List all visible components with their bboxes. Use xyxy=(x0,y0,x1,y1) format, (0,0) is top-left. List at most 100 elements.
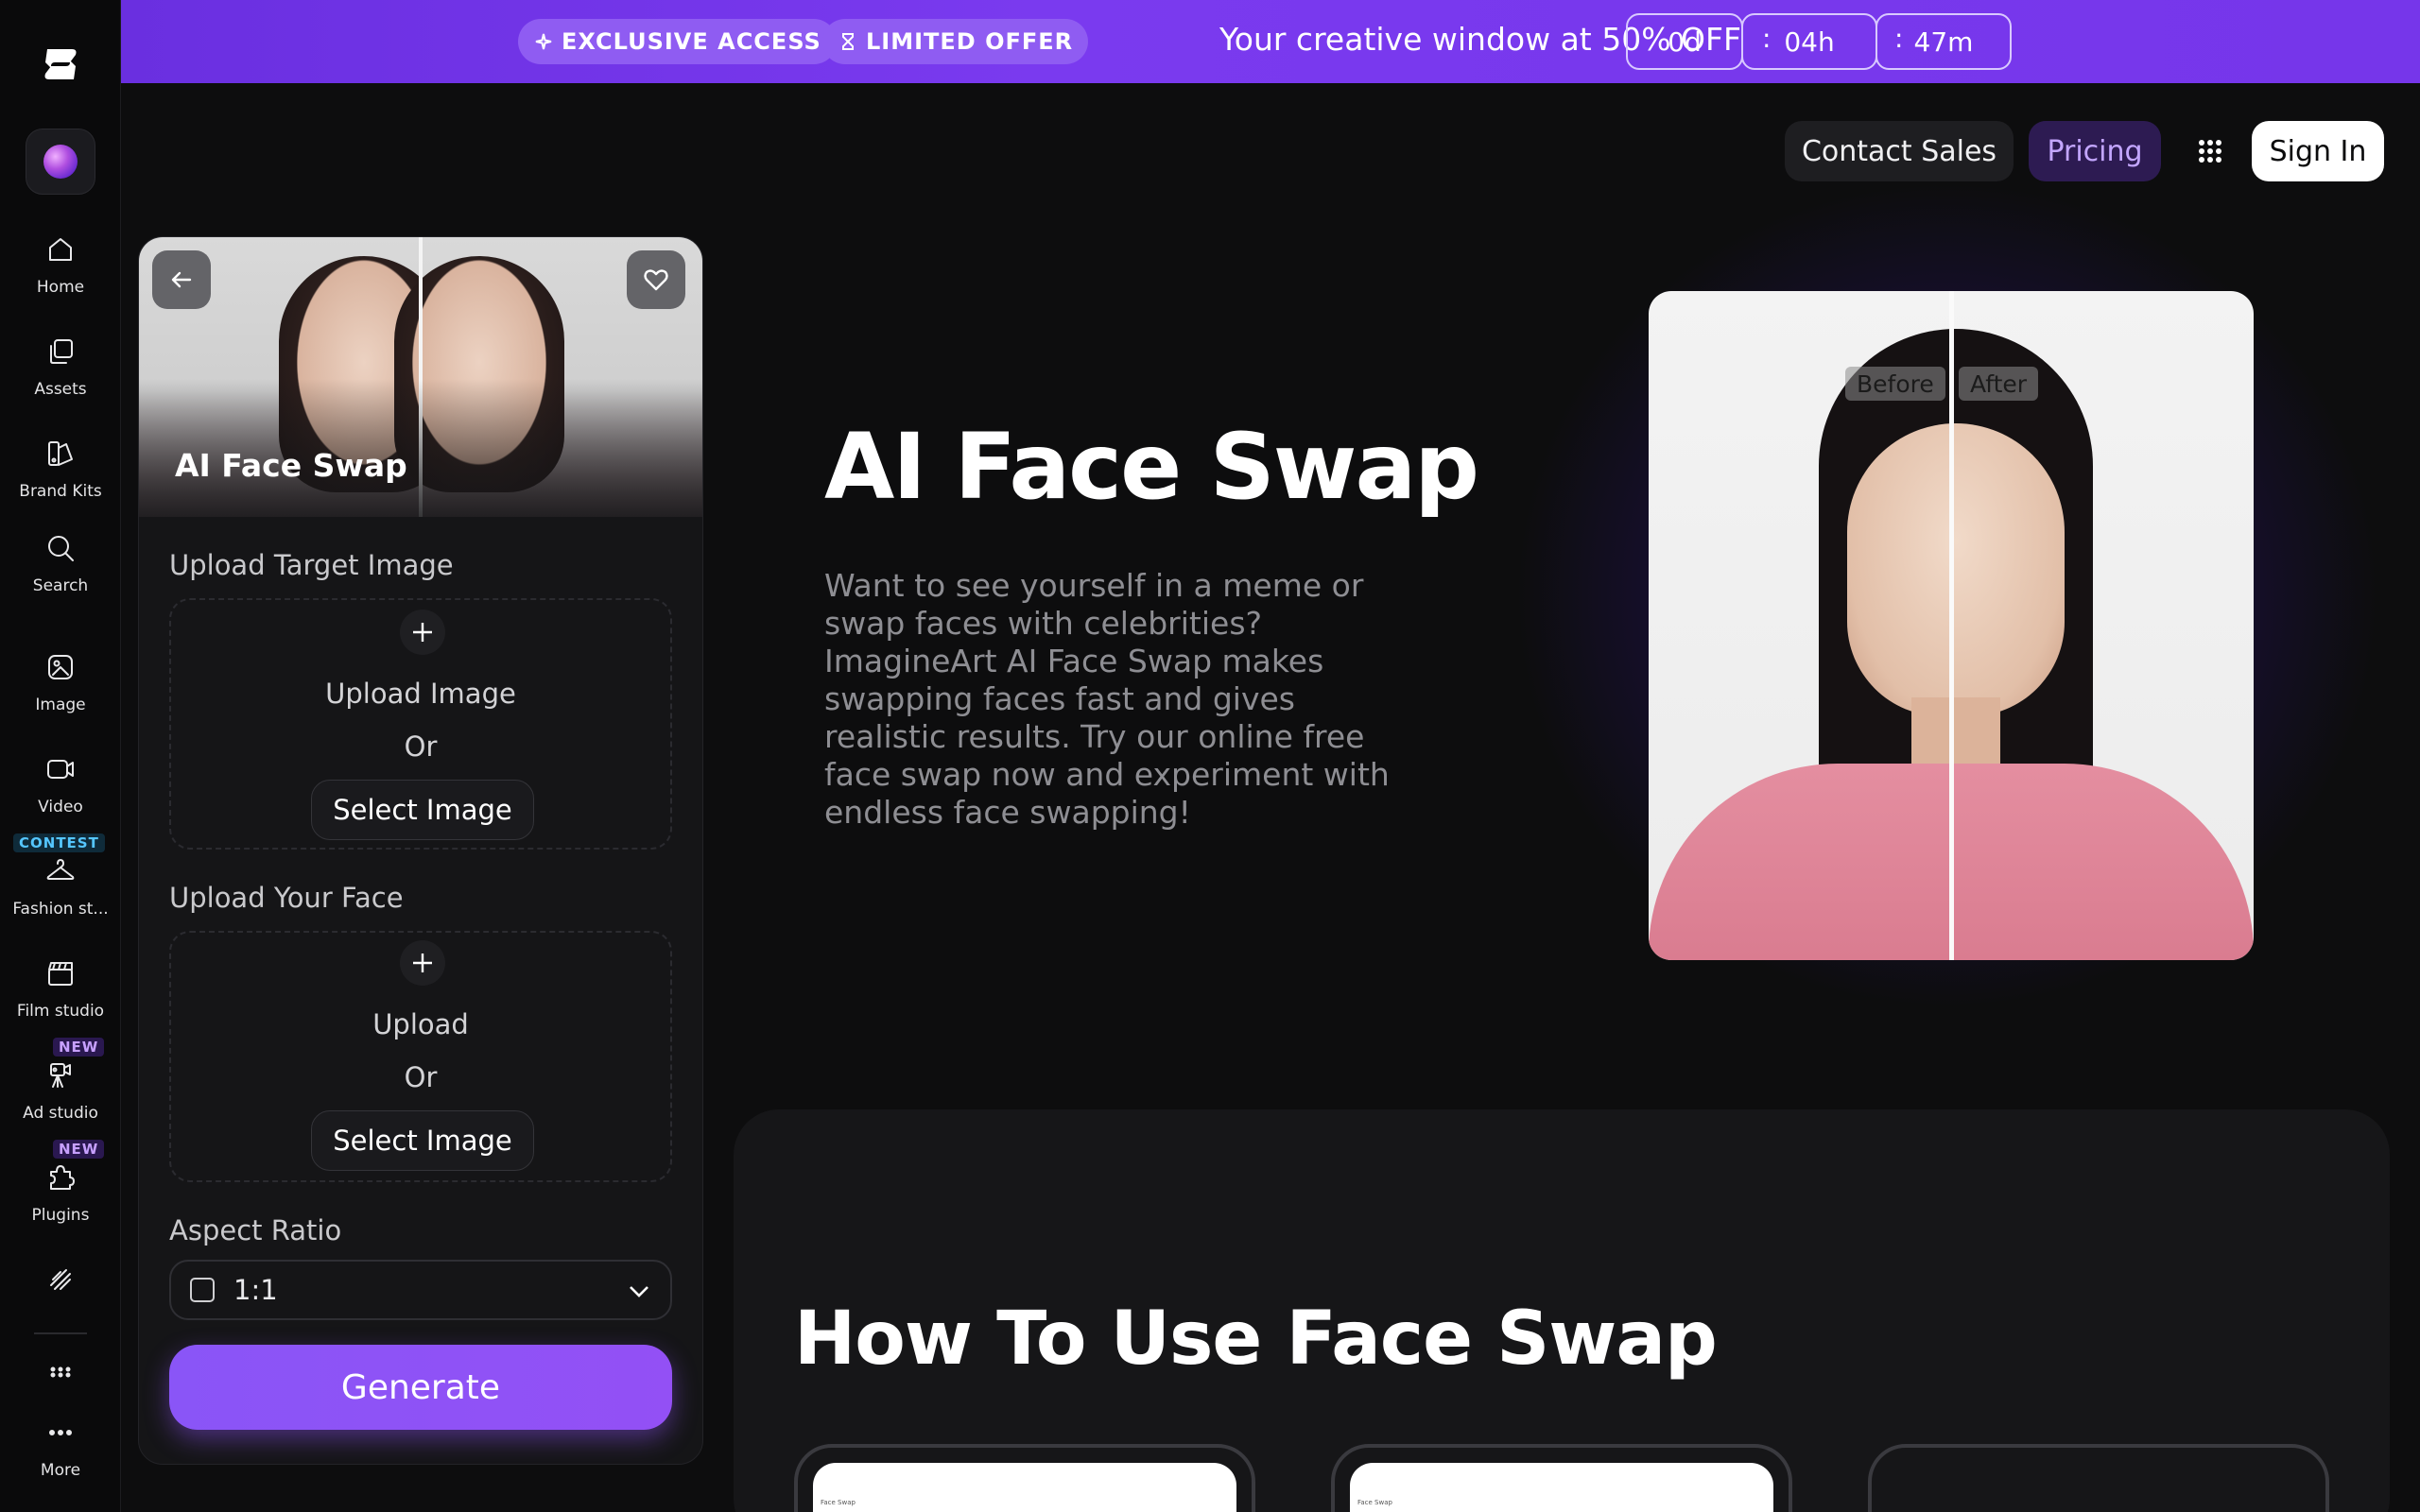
step-card-screenshot: Face Swap xyxy=(813,1463,1236,1512)
new-badge: NEW xyxy=(53,1038,105,1057)
step-card: Face Swap xyxy=(1331,1444,1792,1512)
face-swap-panel: AI Face Swap Upload Target Image Upload … xyxy=(138,236,703,1465)
face-or-text: Or xyxy=(404,1061,438,1093)
pricing-button[interactable]: Pricing xyxy=(2029,121,2161,181)
square-ratio-icon xyxy=(190,1278,215,1302)
ad-studio-icon xyxy=(50,1063,71,1088)
imagineart-logo-icon[interactable] xyxy=(38,42,83,87)
page-title: AI Face Swap xyxy=(824,414,1479,520)
sidebar-item-label: Assets xyxy=(34,380,87,399)
sidebar-item-home[interactable]: Home xyxy=(0,232,121,297)
sidebar-item-image[interactable]: Image xyxy=(0,650,121,714)
sidebar-item-video[interactable]: Video xyxy=(0,752,121,816)
sidebar-item-plugins[interactable]: Plugins xyxy=(0,1160,121,1225)
back-button[interactable] xyxy=(152,250,211,309)
clapperboard-icon xyxy=(48,962,73,986)
sidebar-item-label: Brand Kits xyxy=(19,482,102,501)
aspect-ratio-select[interactable]: 1:1 xyxy=(169,1260,672,1320)
sidebar-item-label: Plugins xyxy=(31,1206,90,1225)
plus-icon xyxy=(413,623,432,642)
sidebar-item-stripes[interactable] xyxy=(0,1263,121,1297)
step-card-screenshot: Face Swap xyxy=(1350,1463,1773,1512)
hourglass-icon xyxy=(842,33,854,50)
sidebar-item-label: Film studio xyxy=(16,1002,105,1021)
target-add-button[interactable] xyxy=(400,610,445,655)
sidebar-item-label: Fashion st... xyxy=(12,900,109,919)
more-icon xyxy=(49,1430,72,1435)
countdown-minutes: 47m xyxy=(1876,13,2012,70)
sidebar-item-ad-studio[interactable]: Ad studio xyxy=(0,1058,121,1123)
image-icon xyxy=(48,655,73,679)
before-after-preview: Before After xyxy=(1649,291,2254,960)
sidebar-item-label: Search xyxy=(32,576,89,595)
sidebar-item-brand-kits[interactable]: Brand Kits xyxy=(0,437,121,501)
sidebar-item-label: More xyxy=(40,1461,81,1480)
aspect-ratio-label: Aspect Ratio xyxy=(169,1214,342,1246)
assets-icon xyxy=(50,339,73,364)
profile-orb-button[interactable] xyxy=(26,129,95,195)
heart-icon xyxy=(644,269,668,291)
apps-grid-button[interactable] xyxy=(2184,121,2237,181)
tool-hero-image: AI Face Swap xyxy=(139,237,702,517)
sidebar-apps-dots[interactable] xyxy=(0,1355,121,1389)
sidebar-item-film-studio[interactable]: Film studio xyxy=(0,956,121,1021)
page: Home Assets Brand Kits Search Image Vide… xyxy=(0,0,2420,1512)
face-add-button[interactable] xyxy=(400,940,445,986)
arrow-left-icon xyxy=(171,271,192,288)
sidebar-item-more[interactable]: More xyxy=(0,1416,121,1480)
limited-offer-pill: LIMITED OFFER xyxy=(822,19,1089,64)
favorite-button[interactable] xyxy=(627,250,685,309)
step-card-caption: Face Swap xyxy=(821,1499,856,1506)
sparkle-icon xyxy=(535,33,552,50)
step-card-caption: Face Swap xyxy=(1357,1499,1392,1506)
aspect-ratio-value: 1:1 xyxy=(233,1274,278,1306)
face-upload-text: Upload xyxy=(372,1008,469,1040)
sidebar-item-label: Home xyxy=(36,278,85,297)
step-card: Face Swap xyxy=(794,1444,1255,1512)
step-card xyxy=(1868,1444,2329,1512)
promo-banner: EXCLUSIVE ACCESS LIMITED OFFER Your crea… xyxy=(121,0,2420,83)
exclusive-access-text: EXCLUSIVE ACCESS xyxy=(562,28,821,55)
new-badge: NEW xyxy=(53,1140,105,1159)
target-or-text: Or xyxy=(404,730,438,763)
tool-title: AI Face Swap xyxy=(175,447,407,484)
sidebar-item-fashion-studio[interactable]: Fashion st... xyxy=(0,854,121,919)
sign-in-button[interactable]: Sign In xyxy=(2252,121,2384,181)
sidebar-divider xyxy=(34,1332,87,1334)
compare-slider-handle[interactable] xyxy=(1949,291,1954,960)
sidebar-item-search[interactable]: Search xyxy=(0,531,121,595)
brand-kits-icon xyxy=(48,441,73,466)
target-select-image-button[interactable]: Select Image xyxy=(311,780,534,840)
sidebar-item-label: Ad studio xyxy=(23,1104,98,1123)
video-icon xyxy=(47,760,74,779)
stripes-icon xyxy=(50,1269,71,1290)
how-to-section: How To Use Face Swap Face Swap Face Swap xyxy=(734,1109,2390,1512)
preview-face xyxy=(1847,423,2065,716)
after-tag: After xyxy=(1959,367,2039,401)
search-icon xyxy=(48,536,74,561)
how-to-title: How To Use Face Swap xyxy=(794,1297,1718,1382)
upload-face-label: Upload Your Face xyxy=(169,882,404,914)
sidebar-item-assets[interactable]: Assets xyxy=(0,335,121,399)
sidebar-item-label: Video xyxy=(38,798,83,816)
dots-grid-icon xyxy=(50,1366,71,1378)
home-icon xyxy=(49,238,72,261)
face-dropzone[interactable]: Upload Or Select Image xyxy=(169,931,672,1182)
before-tag: Before xyxy=(1845,367,1945,401)
hanger-icon xyxy=(46,859,75,880)
target-dropzone[interactable]: Upload Image Or Select Image xyxy=(169,598,672,850)
generate-button[interactable]: Generate xyxy=(169,1345,672,1430)
plus-icon xyxy=(413,954,432,972)
countdown-days: 0d xyxy=(1626,13,1743,70)
page-description: Want to see yourself in a meme or swap f… xyxy=(824,567,1390,831)
upload-target-label: Upload Target Image xyxy=(169,549,454,581)
sidebar-item-label: Image xyxy=(35,696,86,714)
countdown-hours: 04h xyxy=(1741,13,1877,70)
puzzle-icon xyxy=(50,1165,75,1190)
chevron-down-icon xyxy=(625,1277,653,1305)
limited-offer-text: LIMITED OFFER xyxy=(866,28,1074,55)
sidebar: Home Assets Brand Kits Search Image Vide… xyxy=(0,0,121,1512)
face-select-image-button[interactable]: Select Image xyxy=(311,1110,534,1171)
contact-sales-button[interactable]: Contact Sales xyxy=(1785,121,2014,181)
target-upload-text: Upload Image xyxy=(325,678,516,710)
